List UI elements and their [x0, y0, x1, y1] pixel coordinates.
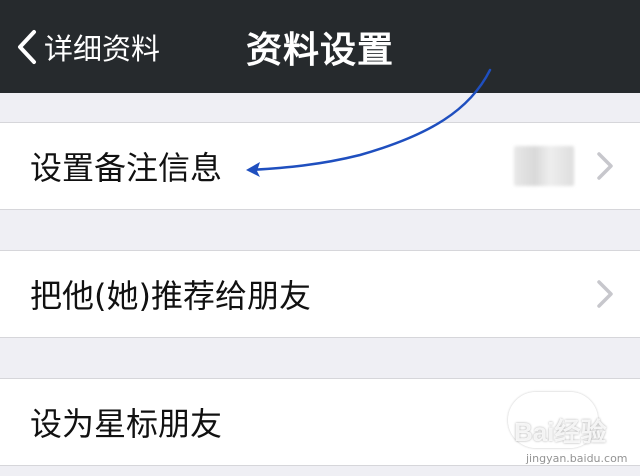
remark-value-blurred: [514, 146, 574, 186]
chevron-right-icon: [597, 280, 613, 308]
row-recommend-cell[interactable]: 把他(她)推荐给朋友: [0, 250, 640, 338]
chevron-right-icon: [597, 152, 613, 180]
row-label: 设置备注信息: [30, 149, 223, 187]
row-label: 设为星标朋友: [30, 405, 223, 443]
row-recommend-to-friend[interactable]: 把他(她)推荐给朋友: [0, 251, 640, 337]
row-star-friend-cell[interactable]: 设为星标朋友: [0, 378, 640, 466]
row-remark-info-cell[interactable]: 设置备注信息: [0, 122, 640, 210]
row-remark-info[interactable]: 设置备注信息: [0, 123, 640, 209]
row-label: 把他(她)推荐给朋友: [30, 277, 311, 315]
back-label: 详细资料: [44, 31, 161, 66]
back-button[interactable]: 详细资料: [16, 0, 160, 93]
navigation-bar: 资料设置 详细资料: [0, 0, 640, 93]
row-star-friend[interactable]: 设为星标朋友: [0, 379, 640, 465]
chevron-left-icon: [18, 29, 36, 64]
